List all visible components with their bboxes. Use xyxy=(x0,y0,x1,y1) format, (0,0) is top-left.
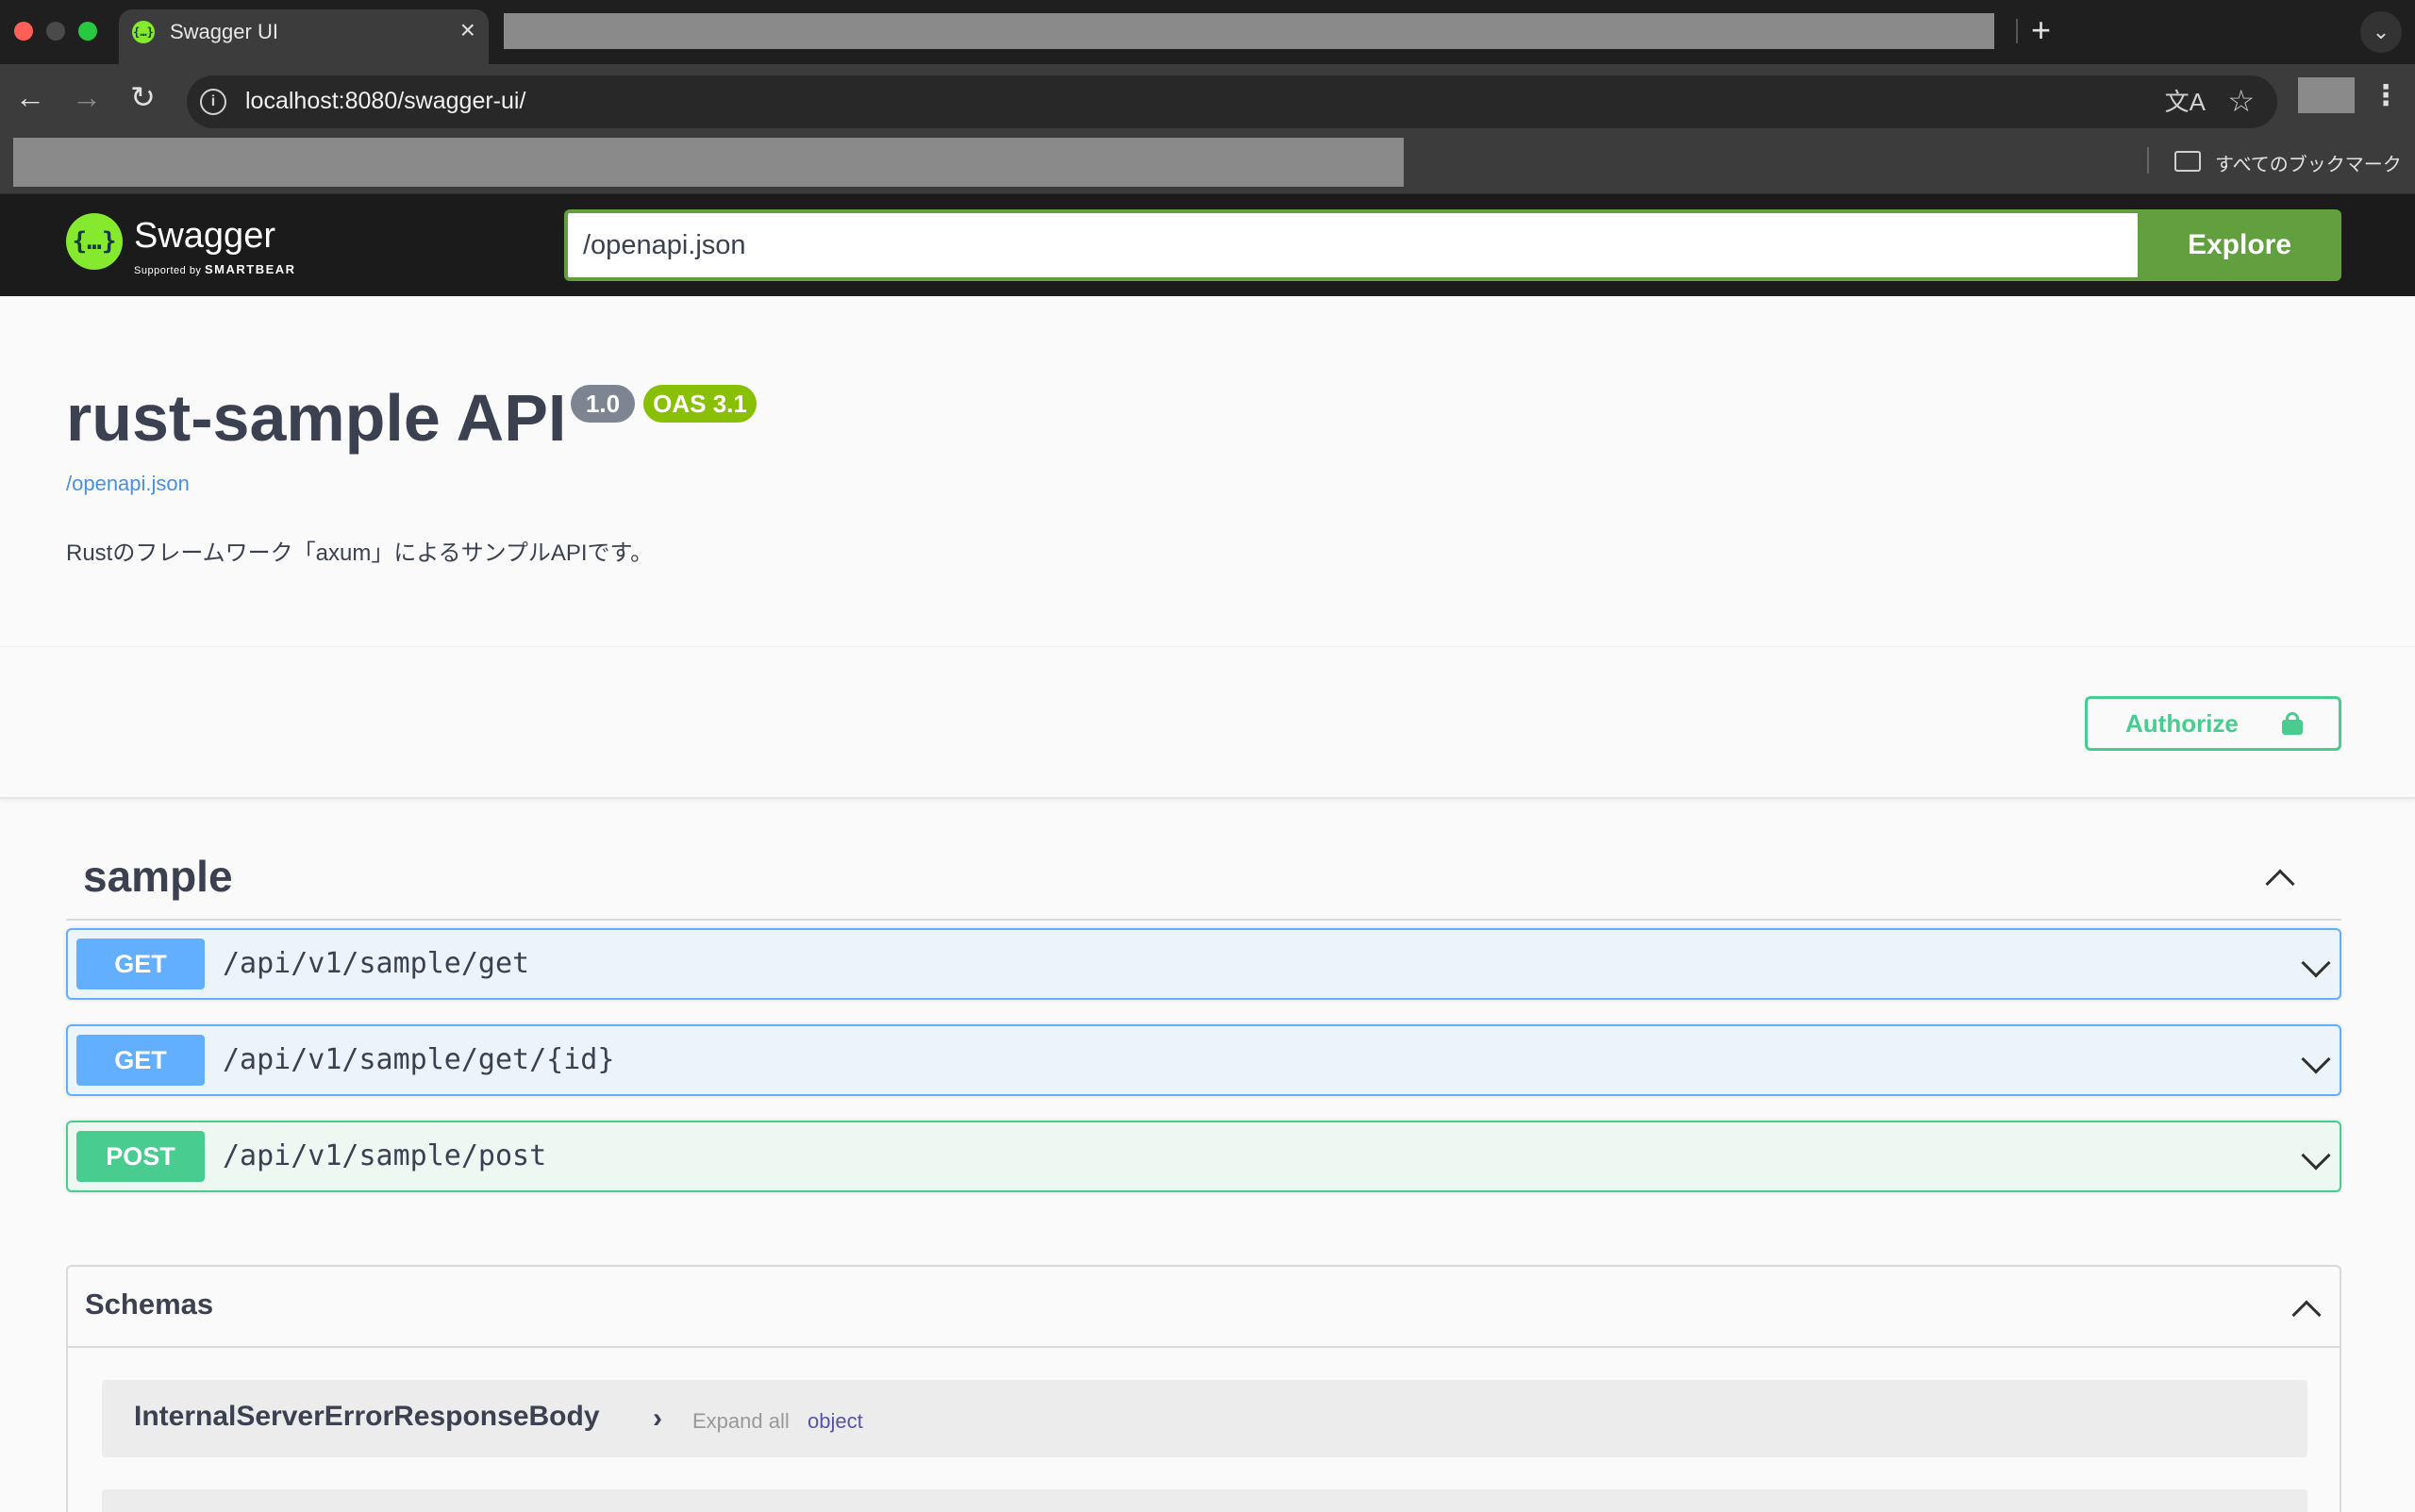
address-bar[interactable]: i localhost:8080/swagger-ui/ 文A ☆ xyxy=(187,75,2277,128)
authorize-label: Authorize xyxy=(2125,708,2239,738)
redacted-tabs xyxy=(504,13,1994,49)
swagger-logo-icon[interactable]: {…} xyxy=(66,213,123,270)
scheme-container: Authorize xyxy=(0,646,2415,799)
profile-avatar[interactable] xyxy=(2298,77,2355,113)
swagger-logo-subtitle: Supported by SMARTBEAR xyxy=(134,262,296,276)
opblock-post-sample[interactable]: POST /api/v1/sample/post xyxy=(66,1121,2341,1192)
tab-title: Swagger UI xyxy=(170,20,278,43)
schemas-title: Schemas xyxy=(85,1288,214,1321)
chevron-up-icon[interactable] xyxy=(2265,869,2295,899)
tag-header-sample[interactable]: sample xyxy=(66,838,2341,921)
new-tab-icon[interactable]: + xyxy=(2031,11,2051,49)
bookmarks-separator xyxy=(2147,147,2149,174)
tab-close-icon[interactable]: × xyxy=(460,15,475,45)
operation-path: /api/v1/sample/get xyxy=(223,947,530,980)
model-type: object xyxy=(808,1409,863,1433)
version-badge: 1.0 xyxy=(571,385,635,423)
reload-icon[interactable]: ↻ xyxy=(130,79,156,115)
model-container-partial[interactable] xyxy=(102,1489,2307,1512)
address-url[interactable]: localhost:8080/swagger-ui/ xyxy=(245,88,525,115)
model-expand-arrow-icon[interactable]: › xyxy=(653,1403,662,1435)
opblock-get-sample[interactable]: GET /api/v1/sample/get xyxy=(66,928,2341,1000)
spec-url-input[interactable] xyxy=(564,209,2138,281)
site-info-icon[interactable]: i xyxy=(200,89,226,115)
method-badge: POST xyxy=(76,1131,205,1182)
api-description: Rustのフレームワーク「axum」によるサンプルAPIです。 xyxy=(66,540,654,566)
explore-button[interactable]: Explore xyxy=(2138,209,2341,281)
forward-arrow-icon[interactable]: → xyxy=(72,79,102,115)
chevron-up-icon[interactable] xyxy=(2291,1300,2322,1330)
browser-tab-active[interactable]: {…} Swagger UI × xyxy=(119,9,489,64)
opblock-get-sample-by-id[interactable]: GET /api/v1/sample/get/{id} xyxy=(66,1024,2341,1096)
tab-search-chevron-icon[interactable]: ⌄ xyxy=(2360,11,2402,53)
model-name[interactable]: InternalServerErrorResponseBody xyxy=(134,1401,600,1433)
window-close-button[interactable] xyxy=(14,22,33,41)
chevron-down-icon[interactable] xyxy=(2301,1044,2331,1074)
window-zoom-button[interactable] xyxy=(78,22,97,41)
tag-name: sample xyxy=(83,852,233,901)
oas-badge: OAS 3.1 xyxy=(643,385,757,423)
chevron-down-icon[interactable] xyxy=(2301,1140,2331,1171)
method-badge: GET xyxy=(76,939,205,989)
bookmarks-bar: すべてのブックマーク xyxy=(0,130,2415,194)
bookmark-star-icon[interactable]: ☆ xyxy=(2227,85,2255,117)
translate-icon[interactable]: 文A xyxy=(2165,87,2206,117)
operation-path: /api/v1/sample/post xyxy=(223,1139,547,1172)
spec-link[interactable]: /openapi.json xyxy=(66,472,190,496)
browser-menu-icon[interactable]: ⋮ xyxy=(2372,77,2400,115)
folder-icon[interactable] xyxy=(2174,151,2201,172)
swagger-logo-text[interactable]: Swagger xyxy=(134,217,275,255)
lock-icon xyxy=(2282,712,2303,735)
schemas-header[interactable]: Schemas xyxy=(68,1267,2340,1348)
expand-all-link[interactable]: Expand all xyxy=(692,1409,790,1434)
chevron-down-icon[interactable] xyxy=(2301,948,2331,978)
operation-path: /api/v1/sample/get/{id} xyxy=(223,1043,615,1076)
method-badge: GET xyxy=(76,1035,205,1086)
schemas-section: Schemas InternalServerErrorResponseBody … xyxy=(66,1265,2341,1512)
window-minimize-button[interactable] xyxy=(46,22,65,41)
model-container[interactable]: InternalServerErrorResponseBody › Expand… xyxy=(102,1380,2307,1457)
swagger-topbar: {…} Swagger Supported by SMARTBEAR Explo… xyxy=(0,194,2415,296)
all-bookmarks-link[interactable]: すべてのブックマーク xyxy=(2215,149,2402,176)
redacted-bookmarks xyxy=(13,138,1404,187)
browser-tab-strip: {…} Swagger UI × + ⌄ xyxy=(0,0,2415,64)
back-arrow-icon[interactable]: ← xyxy=(15,79,45,115)
swagger-favicon-icon: {…} xyxy=(132,21,155,43)
api-title: rust-sample API xyxy=(66,381,567,455)
tab-separator xyxy=(2016,19,2018,43)
authorize-button[interactable]: Authorize xyxy=(2085,696,2341,751)
browser-toolbar: ← → ↻ i localhost:8080/swagger-ui/ 文A ☆ … xyxy=(0,64,2415,130)
